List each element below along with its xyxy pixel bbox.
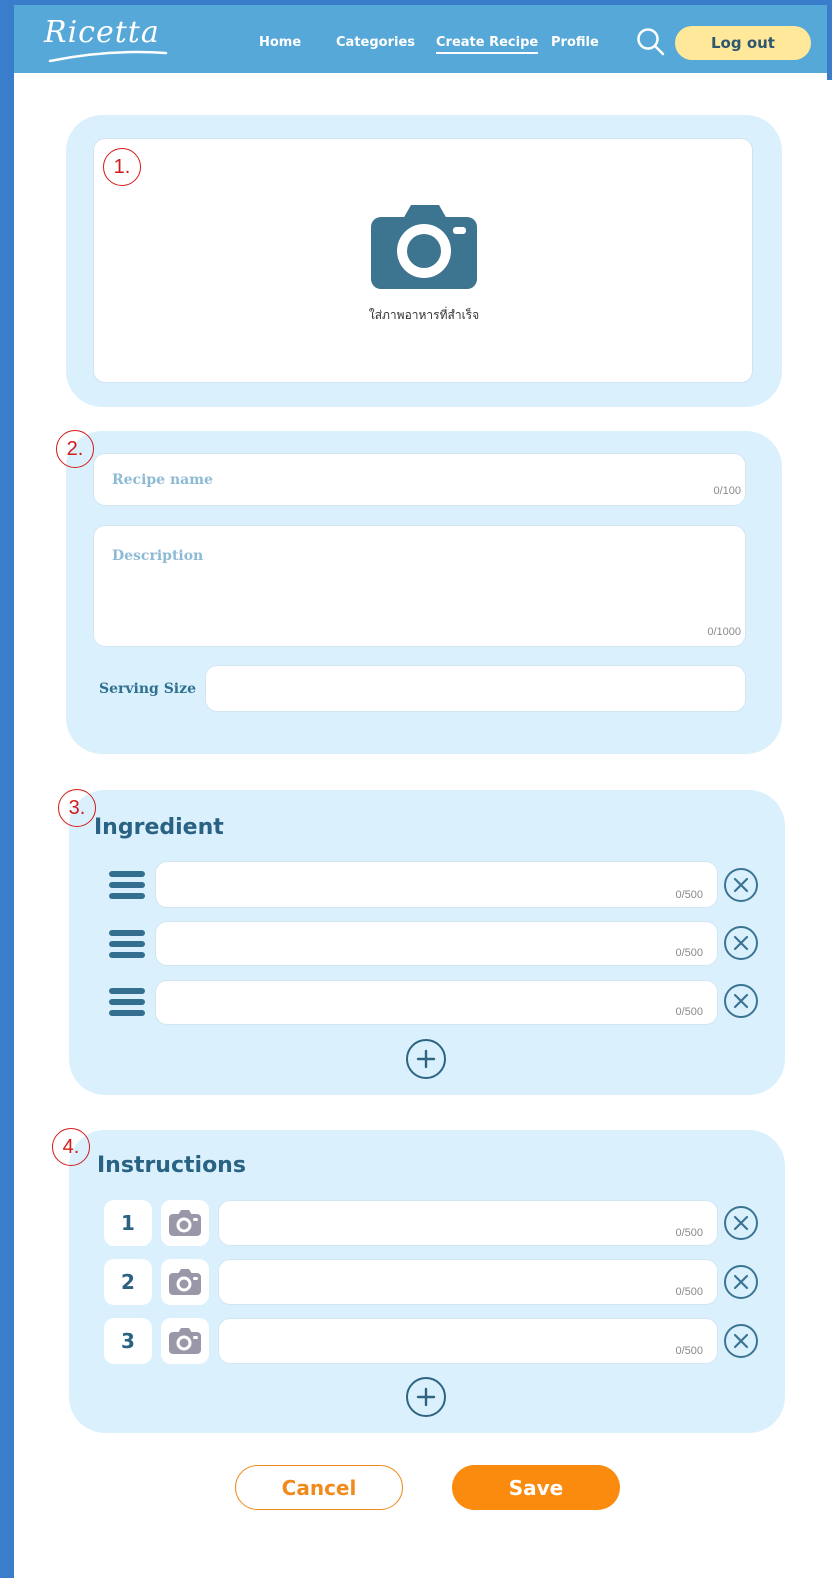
serving-size-input[interactable] bbox=[205, 665, 746, 712]
ingredient-counter: 0/500 bbox=[675, 1006, 703, 1018]
remove-ingredient-1-button[interactable] bbox=[724, 868, 758, 902]
ingredient-input-2[interactable]: 0/500 bbox=[155, 921, 718, 966]
annotation-marker-4: 4. bbox=[52, 1128, 90, 1166]
ingredient-counter: 0/500 bbox=[675, 889, 703, 901]
recipe-name-counter: 0/100 bbox=[713, 485, 741, 497]
cancel-button[interactable]: Cancel bbox=[235, 1465, 403, 1510]
nav-create-recipe[interactable]: Create Recipe bbox=[436, 35, 539, 54]
nav-home[interactable]: Home bbox=[259, 35, 301, 50]
nav-profile[interactable]: Profile bbox=[551, 35, 599, 50]
description-field[interactable]: Description 0/1000 bbox=[93, 525, 746, 647]
serving-size-label: Serving Size bbox=[99, 681, 196, 697]
remove-step-3-button[interactable] bbox=[724, 1324, 758, 1358]
drag-handle-icon[interactable] bbox=[109, 930, 145, 960]
instruction-counter: 0/500 bbox=[675, 1286, 703, 1298]
top-nav-bar: Ricetta Home Categories Create Recipe Pr… bbox=[14, 5, 827, 73]
ricetta-logo[interactable]: Ricetta bbox=[44, 11, 184, 63]
instruction-input-1[interactable]: 0/500 bbox=[218, 1200, 718, 1246]
close-icon bbox=[733, 1274, 749, 1290]
dish-photo-upload[interactable]: ใส่ภาพอาหารที่สำเร็จ bbox=[93, 138, 753, 383]
add-ingredient-button[interactable] bbox=[406, 1039, 446, 1079]
plus-icon bbox=[416, 1049, 436, 1069]
recipe-name-field[interactable]: Recipe name 0/100 bbox=[93, 453, 746, 506]
upload-caption: ใส่ภาพอาหารที่สำเร็จ bbox=[368, 308, 480, 322]
instruction-counter: 0/500 bbox=[675, 1345, 703, 1357]
drag-handle-icon[interactable] bbox=[109, 871, 145, 901]
close-icon bbox=[733, 993, 749, 1009]
step-number: 3 bbox=[104, 1318, 152, 1364]
close-icon bbox=[733, 1215, 749, 1231]
remove-step-1-button[interactable] bbox=[724, 1206, 758, 1240]
close-icon bbox=[733, 935, 749, 951]
window-frame-right bbox=[827, 0, 832, 80]
close-icon bbox=[733, 1333, 749, 1349]
ingredient-input-3[interactable]: 0/500 bbox=[155, 980, 718, 1025]
recipe-name-placeholder: Recipe name bbox=[112, 472, 213, 488]
camera-icon bbox=[169, 1269, 201, 1295]
plus-icon bbox=[416, 1387, 436, 1407]
step-3-photo-button[interactable] bbox=[161, 1318, 209, 1364]
instruction-input-2[interactable]: 0/500 bbox=[218, 1259, 718, 1305]
ingredient-input-1[interactable]: 0/500 bbox=[155, 861, 718, 908]
annotation-marker-1: 1. bbox=[103, 148, 141, 186]
step-2-photo-button[interactable] bbox=[161, 1259, 209, 1305]
annotation-marker-3: 3. bbox=[58, 789, 96, 827]
remove-step-2-button[interactable] bbox=[724, 1265, 758, 1299]
ingredient-counter: 0/500 bbox=[675, 947, 703, 959]
remove-ingredient-3-button[interactable] bbox=[724, 984, 758, 1018]
camera-icon bbox=[169, 1210, 201, 1236]
save-button[interactable]: Save bbox=[452, 1465, 620, 1510]
instructions-heading: Instructions bbox=[97, 1153, 246, 1178]
window-frame-left bbox=[0, 0, 14, 1578]
logout-button[interactable]: Log out bbox=[675, 26, 811, 60]
nav-categories[interactable]: Categories bbox=[336, 35, 415, 50]
drag-handle-icon[interactable] bbox=[109, 988, 145, 1018]
add-step-button[interactable] bbox=[406, 1377, 446, 1417]
description-placeholder: Description bbox=[112, 548, 204, 564]
step-number: 2 bbox=[104, 1259, 152, 1305]
instruction-input-3[interactable]: 0/500 bbox=[218, 1318, 718, 1364]
camera-icon bbox=[169, 1328, 201, 1354]
annotation-marker-2: 2. bbox=[56, 430, 94, 468]
ingredient-heading: Ingredient bbox=[94, 815, 224, 840]
remove-ingredient-2-button[interactable] bbox=[724, 926, 758, 960]
search-icon[interactable] bbox=[636, 27, 666, 57]
description-counter: 0/1000 bbox=[707, 626, 741, 638]
logo-swoosh-icon bbox=[48, 50, 168, 63]
instruction-counter: 0/500 bbox=[675, 1227, 703, 1239]
camera-icon bbox=[371, 205, 477, 289]
logo-text: Ricetta bbox=[44, 15, 160, 50]
step-1-photo-button[interactable] bbox=[161, 1200, 209, 1246]
step-number: 1 bbox=[104, 1200, 152, 1246]
close-icon bbox=[733, 877, 749, 893]
